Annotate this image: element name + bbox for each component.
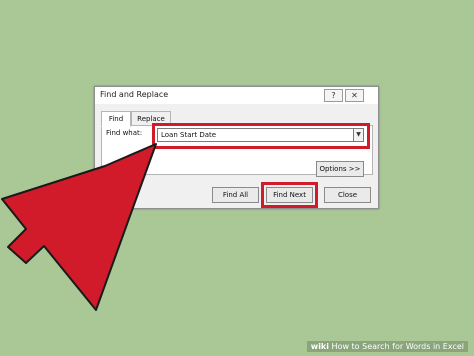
tab-find[interactable]: Find (101, 111, 131, 127)
watermark-text: How to Search for Words in Excel (331, 342, 464, 351)
watermark-brand: wiki (310, 342, 329, 351)
watermark: wiki How to Search for Words in Excel (306, 341, 468, 352)
pointer-arrow-icon (1, 143, 157, 311)
